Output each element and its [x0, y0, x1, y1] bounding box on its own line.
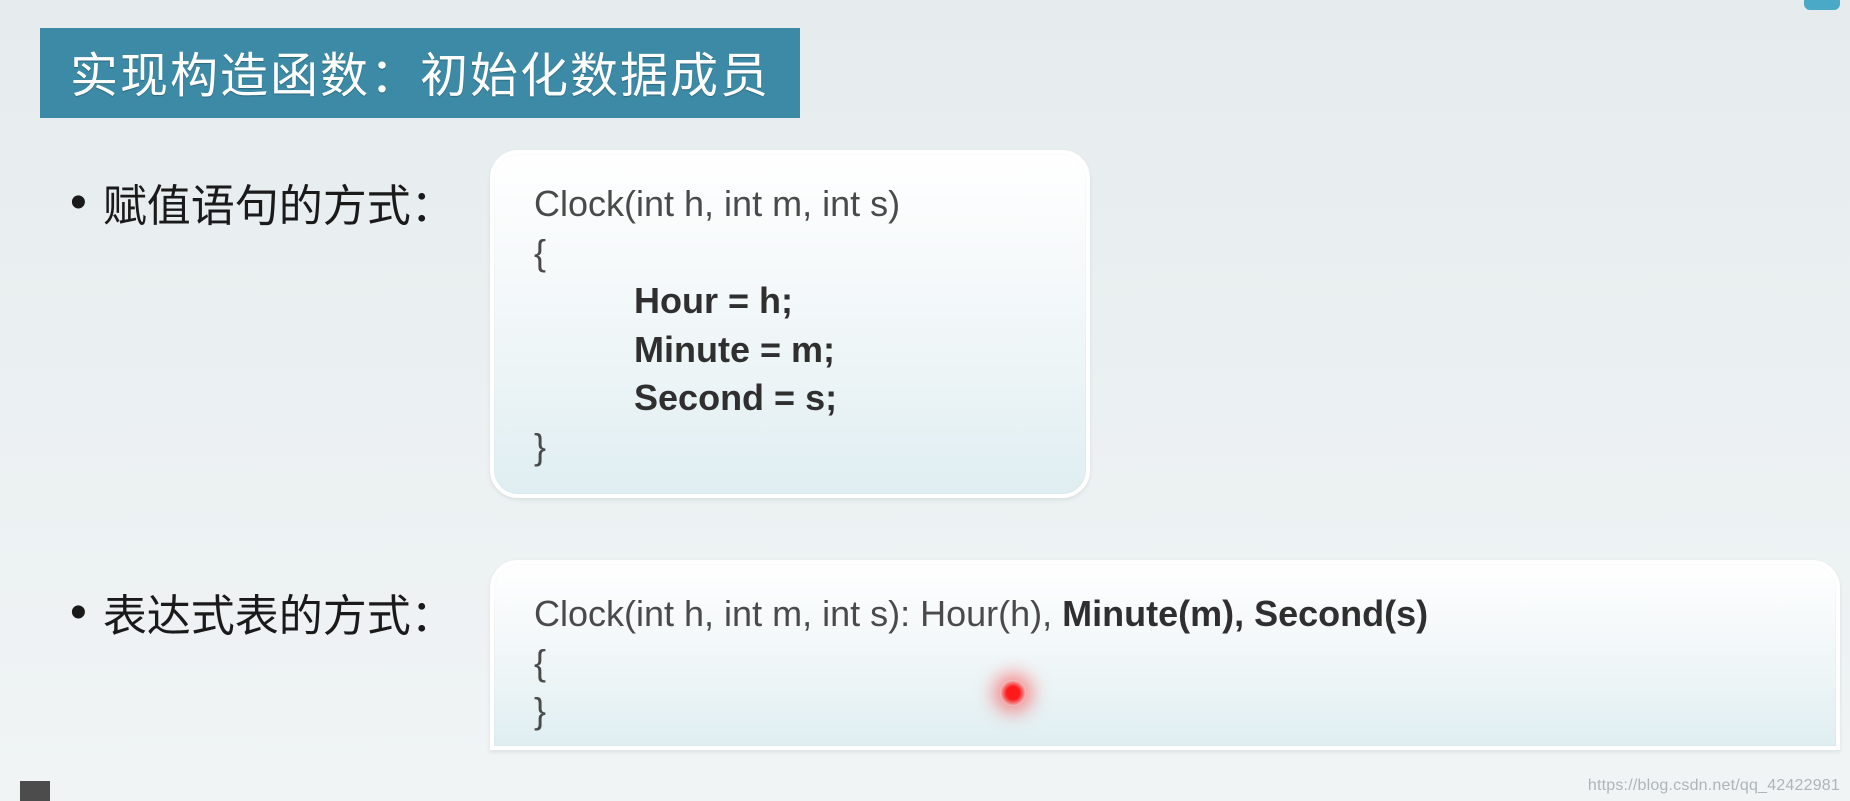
code1-line6: } — [534, 423, 1046, 472]
slide-title: 实现构造函数：初始化数据成员 — [40, 28, 800, 118]
bullet-2-label: 表达式表的方式： — [70, 580, 455, 644]
laser-pointer-icon — [1000, 680, 1026, 706]
code1-line2: { — [534, 229, 1046, 278]
code2-line3: } — [534, 687, 1796, 736]
watermark: https://blog.csdn.net/qq_42422981 — [1588, 777, 1840, 795]
dark-edge — [20, 781, 50, 801]
top-accent — [1804, 0, 1840, 10]
code1-line5: Second = s; — [534, 374, 1046, 423]
code1-line3: Hour = h; — [534, 277, 1046, 326]
bullet-row-2: 表达式表的方式： — [70, 580, 455, 644]
slide: 实现构造函数：初始化数据成员 赋值语句的方式： Clock(int h, int… — [0, 0, 1850, 801]
code1-line1: Clock(int h, int m, int s) — [534, 180, 1046, 229]
code2-line1-plain: Clock(int h, int m, int s): Hour(h), — [534, 593, 1062, 634]
code-box-initializer-list: Clock(int h, int m, int s): Hour(h), Min… — [490, 560, 1840, 750]
code2-line1-bold: Minute(m), Second(s) — [1062, 593, 1428, 634]
bullet-1-label: 赋值语句的方式： — [70, 170, 455, 234]
code-box-assignment: Clock(int h, int m, int s) { Hour = h; M… — [490, 150, 1090, 498]
bullet-row-1: 赋值语句的方式： — [70, 170, 455, 234]
code2-line2: { — [534, 639, 1796, 688]
code2-line1: Clock(int h, int m, int s): Hour(h), Min… — [534, 590, 1796, 639]
code1-line4: Minute = m; — [534, 326, 1046, 375]
